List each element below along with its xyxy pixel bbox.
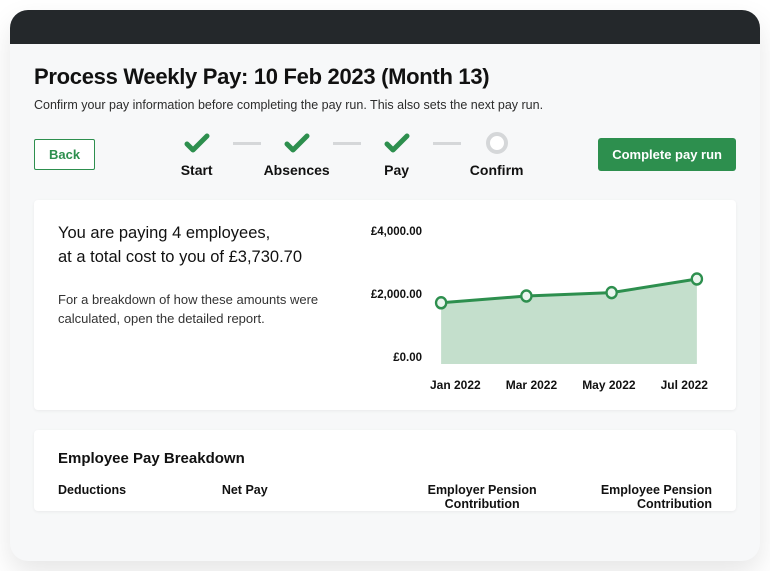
summary-line-1: You are paying 4 employees, [58,222,348,246]
summary-card: You are paying 4 employees, at a total c… [34,200,736,410]
page-content: Process Weekly Pay: 10 Feb 2023 (Month 1… [10,44,760,511]
summary-line-2: at a total cost to you of £3,730.70 [58,246,348,270]
check-icon [284,130,310,156]
breakdown-columns: Deductions Net Pay Employer PensionContr… [58,483,712,511]
x-tick: May 2022 [582,378,635,392]
col-net-pay: Net Pay [126,483,363,511]
step-absences[interactable]: Absences [261,130,333,178]
cost-chart: £4,000.00 £2,000.00 £0.00 Jan 2022 Mar 2… [360,222,712,392]
breakdown-card: Employee Pay Breakdown Deductions Net Pa… [34,430,736,511]
breakdown-title: Employee Pay Breakdown [58,450,712,467]
back-button[interactable]: Back [34,139,95,170]
step-confirm[interactable]: Confirm [461,130,533,178]
col-employer-pension: Employer PensionContribution [363,483,600,511]
complete-pay-run-button[interactable]: Complete pay run [598,138,736,171]
col-employee-pension: Employee PensionContribution [601,483,712,511]
summary-text: You are paying 4 employees, at a total c… [58,222,348,392]
page-title: Process Weekly Pay: 10 Feb 2023 (Month 1… [34,64,736,90]
step-pay[interactable]: Pay [361,130,433,178]
col-deductions: Deductions [58,483,126,511]
y-tick: £0.00 [393,352,422,364]
y-tick: £4,000.00 [371,226,422,238]
step-label: Start [181,162,213,178]
chart-plot [430,228,708,364]
circle-icon [486,130,508,156]
page-subtitle: Confirm your pay information before comp… [34,98,736,112]
y-tick: £2,000.00 [371,289,422,301]
app-frame: Process Weekly Pay: 10 Feb 2023 (Month 1… [10,10,760,561]
check-icon [384,130,410,156]
chart-y-labels: £4,000.00 £2,000.00 £0.00 [360,226,422,364]
progress-steps: Start Absences Pay [161,130,533,178]
step-label: Absences [264,162,330,178]
window-topbar [10,10,760,44]
step-connector [333,142,361,145]
step-label: Pay [384,162,409,178]
x-tick: Jul 2022 [661,378,708,392]
step-connector [433,142,461,145]
summary-help: For a breakdown of how these amounts wer… [58,290,348,329]
step-label: Confirm [470,162,524,178]
check-icon [184,130,210,156]
x-tick: Mar 2022 [506,378,557,392]
chart-x-labels: Jan 2022 Mar 2022 May 2022 Jul 2022 [430,378,708,392]
step-connector [233,142,261,145]
toolbar: Back Start Absences [34,130,736,178]
x-tick: Jan 2022 [430,378,481,392]
step-start[interactable]: Start [161,130,233,178]
